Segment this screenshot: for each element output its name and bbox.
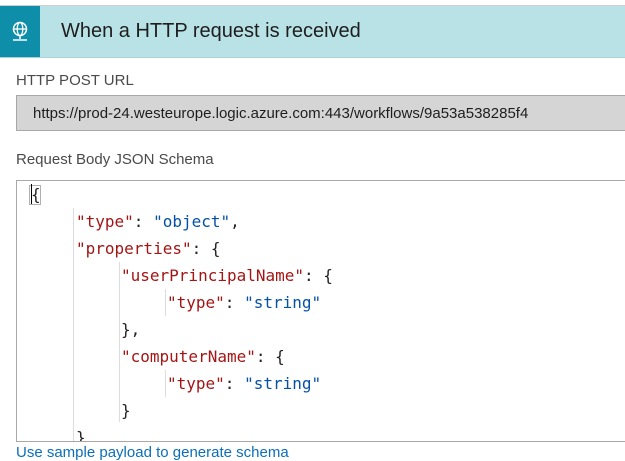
schema-editor[interactable]: { "type": "object", "properties": { "use… (16, 180, 625, 442)
trigger-header[interactable]: When a HTTP request is received (0, 6, 625, 58)
code-line: "properties": { (76, 239, 221, 258)
code-line: } (121, 401, 131, 420)
indent-guide (119, 262, 120, 422)
indent-guide (165, 370, 166, 397)
globe-network-icon (0, 6, 40, 57)
code-line: "type": "string" (167, 374, 322, 393)
indent-guide (73, 208, 74, 441)
indent-guide (165, 289, 166, 316)
code-line: "type": "object", (76, 212, 240, 231)
post-url-value: https://prod-24.westeurope.logic.azure.c… (33, 105, 529, 122)
code-line: "type": "string" (167, 293, 322, 312)
schema-label: Request Body JSON Schema (16, 151, 214, 168)
code-line: { (31, 185, 41, 204)
code-line: "userPrincipalName": { (121, 266, 333, 285)
trigger-title: When a HTTP request is received (61, 20, 361, 42)
post-url-label: HTTP POST URL (16, 72, 134, 89)
code-line: }, (121, 320, 141, 339)
code-line: "computerName": { (121, 347, 285, 366)
code-line: } (76, 428, 86, 442)
post-url-field[interactable]: https://prod-24.westeurope.logic.azure.c… (16, 95, 625, 131)
